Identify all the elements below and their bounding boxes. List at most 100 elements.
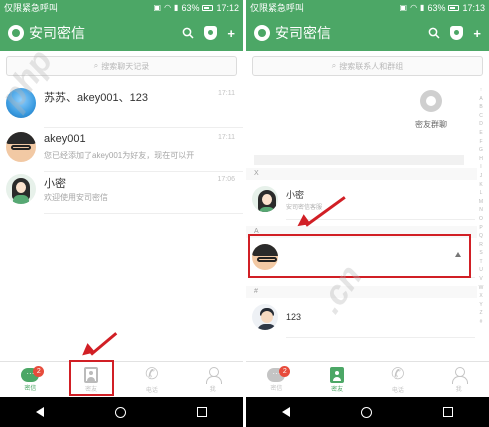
index-letter[interactable]: K <box>477 181 485 190</box>
search-input[interactable]: ⌕ 搜索聊天记录 <box>6 56 237 76</box>
battery-text: 63% <box>181 2 200 13</box>
shield-icon-shape <box>450 26 464 40</box>
index-letter[interactable]: E <box>477 129 485 138</box>
index-letter[interactable]: A <box>477 95 485 104</box>
divider <box>286 337 475 338</box>
tab-phone[interactable]: ✆ 电话 <box>122 362 183 397</box>
user-avatar <box>6 132 36 162</box>
index-letter[interactable]: Q <box>477 232 485 241</box>
app-bar: 安司密信 + <box>0 15 243 51</box>
tab-contacts[interactable]: 密友 <box>307 362 368 397</box>
highlight-box-new-contact <box>248 234 471 278</box>
add-icon[interactable]: + <box>227 27 235 40</box>
bottom-tab-bar: ··· 2 密信 密友 ✆ 电话 我 <box>0 361 243 397</box>
home-icon[interactable] <box>360 406 372 418</box>
recent-apps-icon[interactable] <box>443 407 454 417</box>
shield-icon[interactable] <box>450 26 464 40</box>
user-avatar <box>252 304 278 330</box>
app-title: 安司密信 <box>29 25 85 41</box>
tab-messages[interactable]: ··· 2 密信 <box>246 362 307 397</box>
person-icon <box>451 366 468 384</box>
index-letter[interactable]: L <box>477 189 485 198</box>
tab-phone[interactable]: ✆ 电话 <box>368 362 429 397</box>
chat-list-item-akey001[interactable]: akey001 您已经添加了akey001为好友，现在可以开始聊天了 17:11 <box>0 126 243 172</box>
chat-time: 17:06 <box>217 176 235 183</box>
index-letter[interactable]: U <box>477 266 485 275</box>
tab-label: 我 <box>455 386 462 393</box>
shield-icon[interactable] <box>204 26 218 40</box>
index-letter[interactable]: S <box>477 249 485 258</box>
wifi-icon: ◠ <box>410 3 418 12</box>
chat-list-item-xiaomi[interactable]: 小密 欢迎使用安司密信 17:06 <box>0 168 243 214</box>
back-icon[interactable] <box>281 407 290 417</box>
index-letter[interactable]: # <box>477 318 485 327</box>
index-letter[interactable]: I <box>477 163 485 172</box>
index-letter[interactable]: R <box>477 241 485 250</box>
tab-label: 密信 <box>24 385 37 392</box>
tab-label: 密信 <box>270 385 283 392</box>
divider <box>44 213 243 214</box>
group-chat-entry[interactable]: 密友群聊 <box>396 90 466 150</box>
index-letter[interactable]: C <box>477 112 485 121</box>
avatar-face <box>262 194 272 205</box>
index-letter[interactable]: W <box>477 284 485 293</box>
search-icon[interactable] <box>182 27 194 39</box>
index-letter[interactable]: G <box>477 146 485 155</box>
index-letter[interactable]: X <box>477 292 485 301</box>
index-letter[interactable]: D <box>477 120 485 129</box>
status-bar: 仅限紧急呼叫 ▣ ◠ ▮ 63% 17:12 <box>0 0 243 15</box>
search-input[interactable]: ⌕ 搜索联系人和群组 <box>252 56 483 76</box>
group-chat-label: 密友群聊 <box>415 120 447 129</box>
contact-row-xiaomi[interactable]: 小密 安司密信客服 <box>246 180 475 220</box>
contact-subtitle: 安司密信客服 <box>286 205 323 211</box>
chat-time: 17:11 <box>218 90 235 97</box>
app-title: 安司密信 <box>275 25 331 41</box>
carrier-text: 仅限紧急呼叫 <box>4 3 59 13</box>
avatar-face <box>16 182 26 193</box>
search-small-icon: ⌕ <box>331 61 337 70</box>
carrier-text: 仅限紧急呼叫 <box>250 3 305 13</box>
tab-label: 电话 <box>145 387 158 394</box>
phone-icon: ✆ <box>145 365 159 383</box>
avatar-glasses <box>11 145 31 150</box>
index-letter[interactable]: P <box>477 224 485 233</box>
sim-icon: ▣ <box>153 3 162 12</box>
index-letter[interactable]: N <box>477 206 485 215</box>
search-placeholder: 搜索联系人和群组 <box>339 61 404 71</box>
avatar-body <box>259 207 275 212</box>
index-letter[interactable]: J <box>477 172 485 181</box>
index-letter[interactable]: M <box>477 198 485 207</box>
chat-list-item-group[interactable]: 苏苏、akey001、123 17:11 <box>0 82 243 128</box>
phone-chat-screen: 仅限紧急呼叫 ▣ ◠ ▮ 63% 17:12 安司密信 + ⌕ 搜索聊天记录 苏… <box>0 0 243 427</box>
add-icon[interactable]: + <box>473 27 481 40</box>
search-placeholder: 搜索聊天记录 <box>101 61 150 71</box>
index-letter[interactable]: ↑ <box>477 86 485 95</box>
phone-icon: ✆ <box>391 365 405 383</box>
bottom-tab-bar: ··· 2 密信 密友 ✆ 电话 我 <box>246 361 489 397</box>
index-letter[interactable]: Y <box>477 301 485 310</box>
group-chat-icon <box>420 90 442 112</box>
home-icon[interactable] <box>114 406 126 418</box>
battery-icon <box>448 4 460 11</box>
recent-apps-icon[interactable] <box>197 407 208 417</box>
avatar-body <box>13 195 29 204</box>
search-icon[interactable] <box>428 27 440 39</box>
index-letter[interactable]: B <box>477 103 485 112</box>
chat-name: 苏苏、akey001、123 <box>44 92 148 104</box>
search-icon-graphic <box>183 27 194 39</box>
index-letter[interactable]: Z <box>477 309 485 318</box>
index-letter[interactable]: V <box>477 275 485 284</box>
assistant-avatar <box>252 186 278 212</box>
tab-messages[interactable]: ··· 2 密信 <box>0 362 61 397</box>
back-icon[interactable] <box>35 407 44 417</box>
index-letter[interactable]: T <box>477 258 485 267</box>
index-letter[interactable]: H <box>477 155 485 164</box>
contact-row-123[interactable]: 123 <box>246 298 475 338</box>
group-avatar <box>6 88 36 118</box>
tab-label: 我 <box>209 386 216 393</box>
index-letter[interactable]: F <box>477 138 485 147</box>
alphabet-index-bar[interactable]: ↑ A B C D E F G H I J K L M N O P Q R S T U V W X Y Z # <box>477 86 485 327</box>
tab-me[interactable]: 我 <box>182 362 243 397</box>
tab-me[interactable]: 我 <box>428 362 489 397</box>
index-letter[interactable]: O <box>477 215 485 224</box>
